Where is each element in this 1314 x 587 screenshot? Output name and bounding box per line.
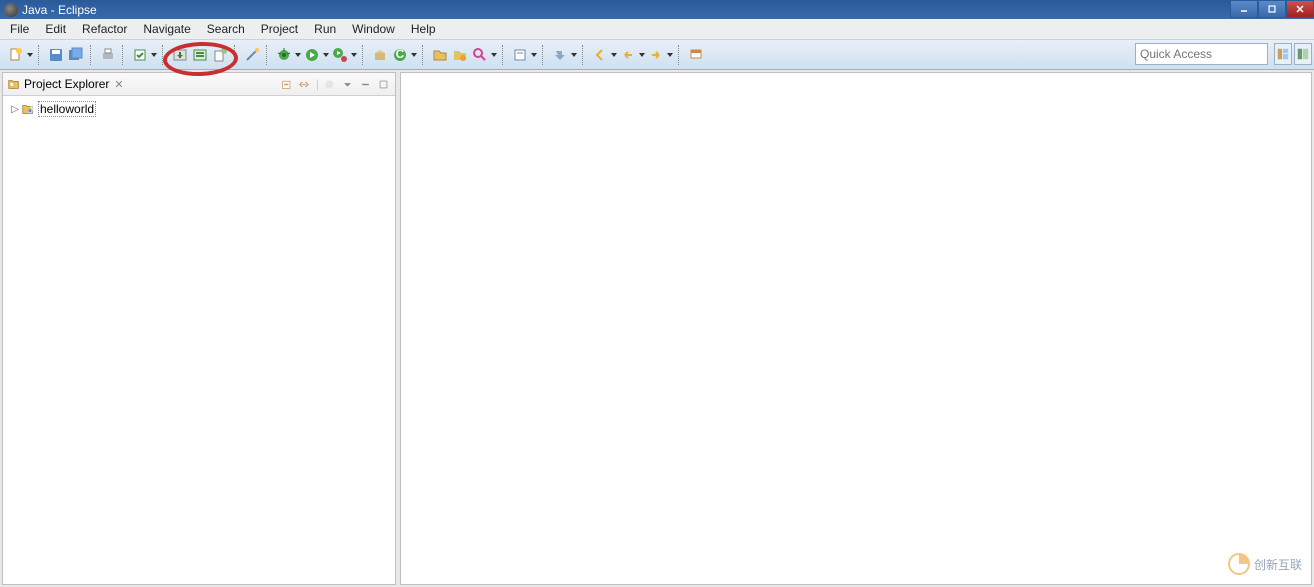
- run-button[interactable]: [303, 46, 321, 64]
- menu-search[interactable]: Search: [199, 20, 253, 38]
- back-button[interactable]: [619, 46, 637, 64]
- run-dropdown[interactable]: [322, 46, 330, 64]
- start-server-button[interactable]: [171, 46, 189, 64]
- back-dropdown[interactable]: [638, 46, 646, 64]
- pin-editor-button[interactable]: [687, 46, 705, 64]
- menu-help[interactable]: Help: [403, 20, 444, 38]
- new-class-button[interactable]: C: [391, 46, 409, 64]
- maximize-button[interactable]: [1258, 0, 1286, 18]
- search-dropdown[interactable]: [490, 46, 498, 64]
- main-toolbar: C: [0, 40, 1314, 70]
- build-button[interactable]: [131, 46, 149, 64]
- project-explorer-view: Project Explorer ✕ | ▷ J helloworld: [2, 72, 396, 585]
- project-tree: ▷ J helloworld: [3, 96, 395, 584]
- folder-tree-icon: [7, 77, 21, 91]
- editor-area: [400, 72, 1312, 585]
- menu-file[interactable]: File: [2, 20, 37, 38]
- search-button[interactable]: [471, 46, 489, 64]
- forward-dropdown[interactable]: [666, 46, 674, 64]
- prev-edit-dropdown[interactable]: [610, 46, 618, 64]
- java-project-icon: J: [21, 102, 35, 116]
- minimize-button[interactable]: [1230, 0, 1258, 18]
- open-type-button[interactable]: [431, 46, 449, 64]
- save-button[interactable]: [47, 46, 65, 64]
- view-toolbar: |: [280, 77, 395, 92]
- publish-server-button[interactable]: [191, 46, 209, 64]
- menu-navigate[interactable]: Navigate: [135, 20, 198, 38]
- next-annotation-dropdown[interactable]: [570, 46, 578, 64]
- open-task-button[interactable]: [451, 46, 469, 64]
- collapse-all-button[interactable]: [280, 77, 295, 92]
- expand-arrow-icon[interactable]: ▷: [9, 104, 21, 115]
- menu-window[interactable]: Window: [344, 20, 403, 38]
- toggle-breadcrumb-button[interactable]: [511, 46, 529, 64]
- menu-project[interactable]: Project: [253, 20, 306, 38]
- wand-button[interactable]: [243, 46, 261, 64]
- debug-button[interactable]: [275, 46, 293, 64]
- svg-text:C: C: [396, 47, 405, 61]
- new-package-button[interactable]: [371, 46, 389, 64]
- quick-access-input[interactable]: [1135, 43, 1268, 65]
- perspective-switcher: [1274, 43, 1312, 65]
- project-explorer-tab[interactable]: Project Explorer ✕: [3, 75, 128, 93]
- run-last-button[interactable]: [331, 46, 349, 64]
- close-view-icon[interactable]: ✕: [114, 78, 123, 91]
- menu-edit[interactable]: Edit: [37, 20, 74, 38]
- new-class-dropdown[interactable]: [410, 46, 418, 64]
- new-button[interactable]: [7, 46, 25, 64]
- debug-dropdown[interactable]: [294, 46, 302, 64]
- project-explorer-tab-label: Project Explorer: [24, 77, 109, 91]
- view-tab-bar: Project Explorer ✕ |: [3, 73, 395, 96]
- build-dropdown[interactable]: [150, 46, 158, 64]
- forward-button[interactable]: [647, 46, 665, 64]
- prev-edit-button[interactable]: [591, 46, 609, 64]
- workbench-content: Project Explorer ✕ | ▷ J helloworld: [0, 70, 1314, 587]
- menu-refactor[interactable]: Refactor: [74, 20, 135, 38]
- svg-text:J: J: [28, 104, 33, 116]
- next-annotation-button[interactable]: [551, 46, 569, 64]
- tree-item-helloworld[interactable]: ▷ J helloworld: [9, 100, 389, 118]
- toggle-breadcrumb-dropdown[interactable]: [530, 46, 538, 64]
- minimize-view-button[interactable]: [358, 77, 373, 92]
- eclipse-icon: [4, 3, 18, 17]
- open-perspective-button[interactable]: [1274, 43, 1292, 65]
- watermark: 创新互联: [1228, 553, 1302, 575]
- close-button[interactable]: [1286, 0, 1314, 18]
- quick-access: [1135, 43, 1268, 65]
- window-titlebar: Java - Eclipse: [0, 0, 1314, 19]
- focus-task-button[interactable]: [322, 77, 337, 92]
- run-last-dropdown[interactable]: [350, 46, 358, 64]
- watermark-icon: [1228, 553, 1250, 575]
- menu-run[interactable]: Run: [306, 20, 344, 38]
- link-editor-button[interactable]: [298, 77, 313, 92]
- save-all-button[interactable]: [67, 46, 85, 64]
- view-menu-button[interactable]: [340, 77, 355, 92]
- window-title: Java - Eclipse: [22, 3, 97, 17]
- window-controls: [1230, 0, 1314, 18]
- new-dropdown[interactable]: [26, 46, 34, 64]
- tree-item-label: helloworld: [38, 101, 96, 117]
- watermark-label: 创新互联: [1254, 556, 1302, 573]
- menubar: File Edit Refactor Navigate Search Proje…: [0, 19, 1314, 40]
- maximize-view-button[interactable]: [376, 77, 391, 92]
- java-perspective-button[interactable]: [1294, 43, 1312, 65]
- new-server-button[interactable]: [211, 46, 229, 64]
- print-button[interactable]: [99, 46, 117, 64]
